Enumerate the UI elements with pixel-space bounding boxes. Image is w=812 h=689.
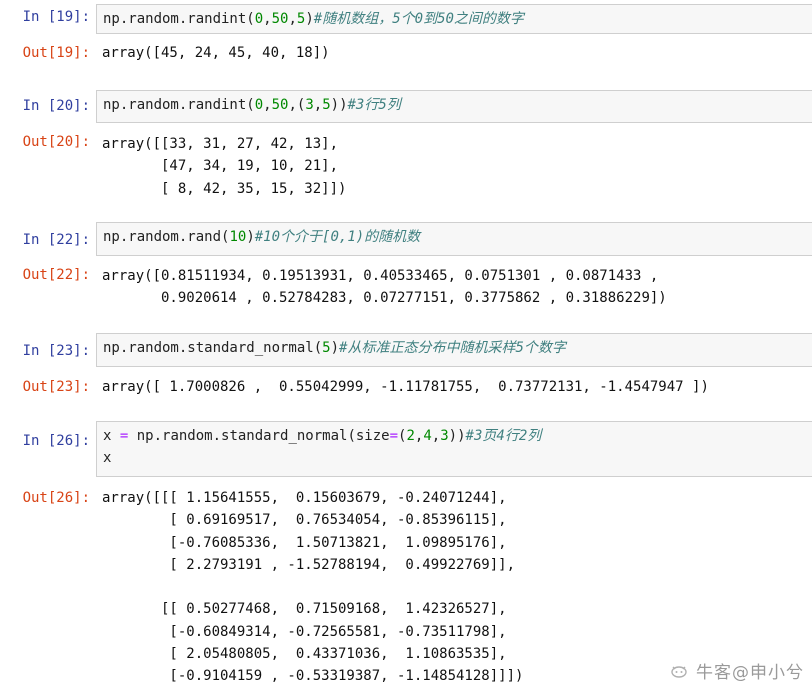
code-line: np.random.rand(10)#10个介于[0,1)的随机数: [103, 226, 806, 248]
code-input[interactable]: np.random.randint(0,50,(3,5))#3行5列: [96, 90, 812, 123]
code-token: ): [246, 229, 255, 245]
cell-output: array([[33, 31, 27, 42, 13], [47, 34, 19…: [102, 136, 347, 197]
out-prompt: Out[19]:: [22, 45, 90, 61]
code-token: ): [305, 11, 314, 27]
code-token: #随机数组，5个0到50之间的数字: [313, 11, 524, 27]
code-token: #10个介于[0,1)的随机数: [254, 229, 421, 245]
out-prompt: Out[23]:: [22, 379, 90, 395]
code-token: (: [246, 11, 255, 27]
watermark-text: 牛客@申小兮: [696, 663, 804, 683]
code-token: ,: [431, 428, 441, 444]
code-input[interactable]: np.random.standard_normal(5)#从标准正态分布中随机采…: [96, 333, 812, 367]
code-token: ,(: [288, 97, 306, 113]
code-token: ,: [288, 11, 297, 27]
in-prompt: In [26]:: [22, 433, 90, 449]
code-token: =: [389, 428, 399, 444]
cell-output: array([ 1.7000826 , 0.55042999, -1.11781…: [102, 379, 709, 395]
code-token: np.random.randint: [103, 97, 247, 113]
cell-output: array([45, 24, 45, 40, 18]): [102, 45, 330, 61]
code-token: 0: [254, 11, 264, 27]
in-prompt: In [22]:: [22, 232, 90, 248]
code-token: ): [330, 340, 340, 356]
code-line: np.random.randint(0,50,(3,5))#3行5列: [103, 94, 806, 116]
in-prompt: In [23]:: [22, 343, 90, 359]
code-token: x: [103, 428, 120, 444]
code-line: np.random.randint(0,50,5)#随机数组，5个0到50之间的…: [103, 8, 806, 30]
code-input[interactable]: x = np.random.standard_normal(size=(2,4,…: [96, 421, 812, 477]
nowcoder-logo-icon: [668, 663, 690, 683]
code-token: np.random.randint: [103, 11, 247, 27]
code-token: 5: [322, 97, 331, 113]
code-token: (: [246, 97, 255, 113]
code-token: 50: [271, 97, 289, 113]
code-line: x: [103, 447, 806, 469]
code-token: np.random.standard_normal: [128, 428, 348, 444]
code-token: 2: [406, 428, 415, 444]
code-line: np.random.standard_normal(5)#从标准正态分布中随机采…: [103, 337, 806, 359]
cell-output: array([0.81511934, 0.19513931, 0.4053346…: [102, 268, 667, 307]
code-token: )): [330, 97, 348, 113]
code-token: x: [103, 450, 112, 466]
out-prompt: Out[22]:: [22, 267, 90, 283]
code-token: 5: [322, 340, 331, 356]
code-token: 0: [254, 97, 264, 113]
code-token: #3行5列: [347, 97, 401, 113]
code-input[interactable]: np.random.rand(10)#10个介于[0,1)的随机数: [96, 222, 812, 256]
code-token: (: [313, 340, 323, 356]
code-token: 4: [423, 428, 432, 444]
code-token: 3: [305, 97, 314, 113]
code-token: ,: [263, 11, 272, 27]
in-prompt: In [19]:: [22, 9, 90, 25]
code-token: (size: [347, 428, 390, 444]
code-token: #从标准正态分布中随机采样5个数字: [339, 340, 566, 356]
code-token: 50: [271, 11, 289, 27]
code-line: x = np.random.standard_normal(size=(2,4,…: [103, 425, 806, 447]
in-prompt: In [20]:: [22, 98, 90, 114]
code-token: #3页4行2列: [465, 428, 542, 444]
out-prompt: Out[20]:: [22, 134, 90, 150]
out-prompt: Out[26]:: [22, 490, 90, 506]
code-input[interactable]: np.random.randint(0,50,5)#随机数组，5个0到50之间的…: [96, 4, 812, 34]
code-token: 10: [229, 229, 247, 245]
code-token: ,: [263, 97, 272, 113]
code-token: np.random.standard_normal: [103, 340, 314, 356]
watermark: 牛客@申小兮: [668, 658, 804, 683]
code-token: )): [448, 428, 466, 444]
code-token: ,: [313, 97, 323, 113]
code-token: 3: [440, 428, 449, 444]
code-token: np.random.rand: [103, 229, 222, 245]
